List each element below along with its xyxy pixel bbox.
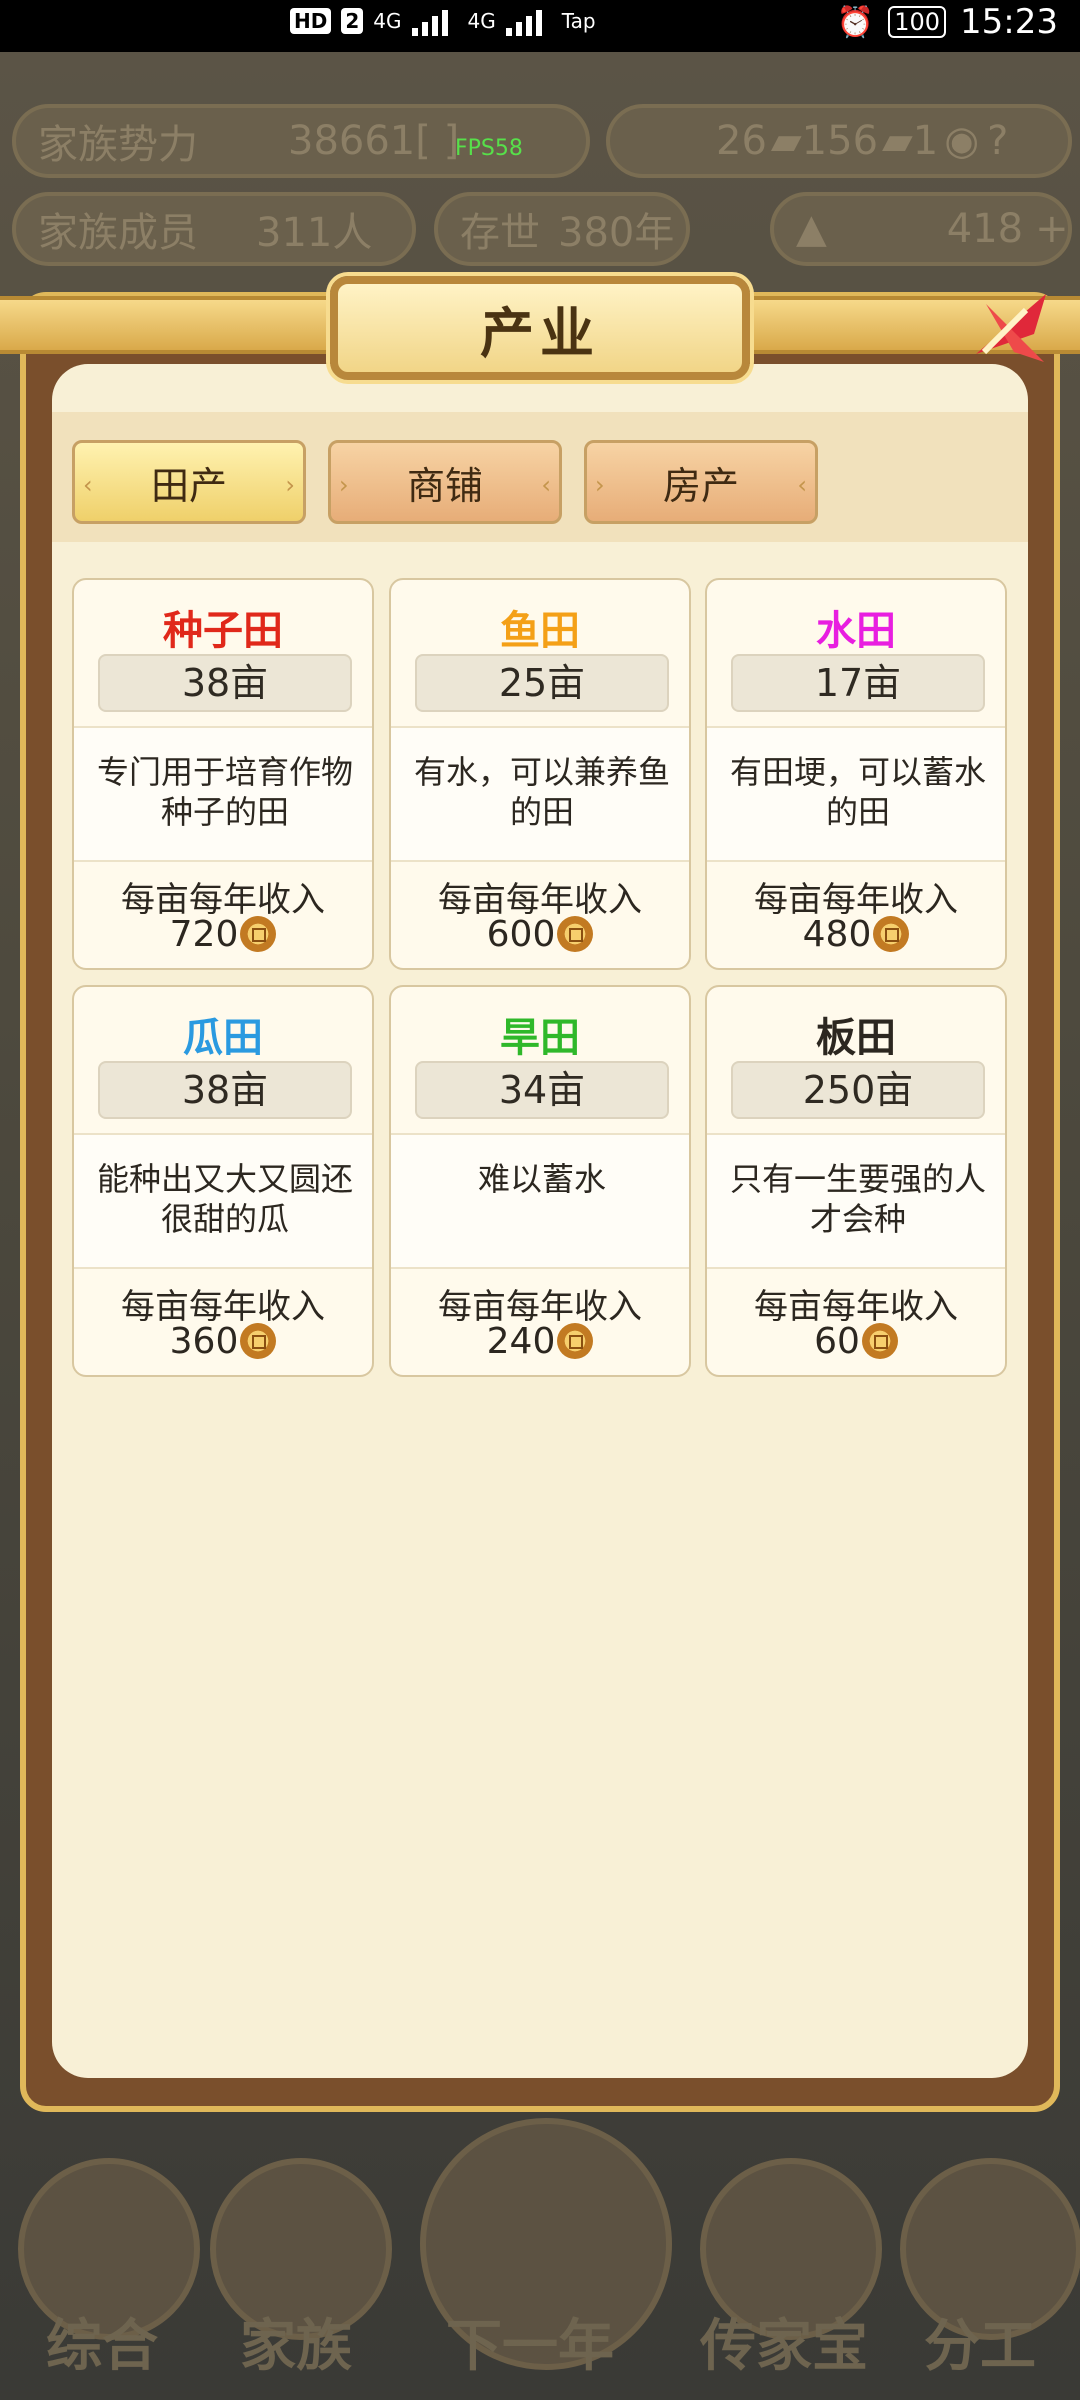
field-name: 种子田 [163,608,283,654]
panel-title: 产业 [480,301,600,365]
copper-coin-icon [861,1323,898,1359]
field-description: 只有一生要强的人才会种 [729,1160,986,1238]
tab-shops-label: 商铺 [406,463,483,508]
tab-houses[interactable]: › 房产 ‹ [584,440,818,524]
income-row: 240 [391,1321,689,1362]
field-card[interactable]: 旱田 34亩 难以蓄水 每亩每年收入 240 [389,985,691,1377]
copper-coin-icon [557,916,594,952]
clock: 15:23 [960,2,1058,42]
coin-icon: ◉ [944,118,980,164]
field-name: 板田 [816,1015,896,1061]
income-value: 240 [486,1321,556,1362]
field-description: 有田埂，可以蓄水的田 [729,753,986,831]
power-bracket: [ ] [415,118,460,164]
tab-farmland[interactable]: ‹ 田产 › [72,440,306,524]
signal-icon [411,6,458,36]
power-value: 38661 [288,118,416,164]
copper-coin-icon [557,1323,594,1359]
app-notification: Tap [561,9,596,33]
silver-bar-icon: ▰ [882,118,913,164]
income-row: 60 [707,1321,1005,1362]
field-card[interactable]: 种子田 38亩 专门用于培育作物种子的田 每亩每年收入 720 [72,578,374,970]
field-area: 38亩 [98,1061,352,1119]
bottom-nav: 综合 家族 下一年 传家宝 分工 [0,2110,1080,2400]
field-card[interactable]: 板田 250亩 只有一生要强的人才会种 每亩每年收入 60 [705,985,1007,1377]
income-value: 720 [169,914,239,955]
exist-label: 存世 [460,210,540,256]
network-type-1: 4G [373,9,402,33]
field-card[interactable]: 瓜田 38亩 能种出又大又圆还很甜的瓜 每亩每年收入 360 [72,985,374,1377]
tab-shops[interactable]: › 商铺 ‹ [328,440,562,524]
income-row: 600 [391,914,689,955]
coin-count: 1 [912,118,939,164]
nav-next-year-label: 下一年 [446,2314,614,2379]
income-value: 600 [486,914,556,955]
field-area: 250亩 [731,1061,985,1119]
family-members-display: 家族成员 311人 [12,192,416,266]
ingot-value: 418 [946,206,1024,252]
status-bar: HD 2 4G 4G Tap ⏰ 100 15:23 [0,0,1080,52]
close-button[interactable] [956,274,1066,384]
hd-indicator: HD [290,8,332,34]
currency-display: 26 ▰ 156 ▰ 1 ◉ ? [606,104,1072,178]
copper-coin-icon [240,916,277,952]
income-row: 480 [707,914,1005,955]
ingot-display: ▲ 418 + [770,192,1072,266]
alarm-icon: ⏰ [836,4,875,40]
nav-division-label: 分工 [924,2314,1036,2379]
fps-counter: FPS58 [455,136,523,161]
sim-indicator: 2 [341,8,364,34]
question-icon[interactable]: ? [987,118,1008,164]
field-name: 旱田 [500,1015,580,1061]
members-label: 家族成员 [38,210,198,256]
field-desc-background [391,1133,689,1269]
nav-general-label: 综合 [46,2314,158,2379]
silver-count: 156 [801,118,879,164]
gold-count: 26 [716,118,767,164]
field-name: 水田 [816,608,896,654]
field-area: 25亩 [415,654,669,712]
exist-value: 380年 [558,210,675,256]
close-icon [976,294,1046,362]
signal-icon [505,6,552,36]
panel-title-plate: 产业 [330,276,750,380]
plus-icon[interactable]: + [1035,206,1069,252]
income-value: 480 [802,914,872,955]
income-value: 60 [814,1321,860,1362]
gold-bar-icon: ▰ [770,118,802,164]
existence-display: 存世 380年 [434,192,690,266]
field-card[interactable]: 水田 17亩 有田埂，可以蓄水的田 每亩每年收入 480 [705,578,1007,970]
nav-heirloom-label: 传家宝 [700,2314,868,2379]
field-card[interactable]: 鱼田 25亩 有水，可以兼养鱼的田 每亩每年收入 600 [389,578,691,970]
ingot-icon: ▲ [796,206,827,252]
tab-houses-label: 房产 [662,463,739,508]
power-label: 家族势力 [38,122,198,168]
members-value: 311人 [256,210,373,256]
field-area: 34亩 [415,1061,669,1119]
battery-indicator: 100 [888,6,947,38]
field-description: 专门用于培育作物种子的田 [96,753,353,831]
field-description: 难以蓄水 [477,1160,606,1198]
income-row: 720 [74,914,372,955]
copper-coin-icon [873,916,910,952]
copper-coin-icon [240,1323,277,1359]
field-description: 能种出又大又圆还很甜的瓜 [96,1160,353,1238]
field-name: 瓜田 [183,1015,263,1061]
field-area: 17亩 [731,654,985,712]
field-name: 鱼田 [500,608,580,654]
field-description: 有水，可以兼养鱼的田 [413,753,670,831]
income-value: 360 [169,1321,239,1362]
field-area: 38亩 [98,654,352,712]
income-row: 360 [74,1321,372,1362]
nav-family-label: 家族 [240,2314,352,2379]
tab-farmland-label: 田产 [150,463,227,508]
network-type-2: 4G [467,9,496,33]
